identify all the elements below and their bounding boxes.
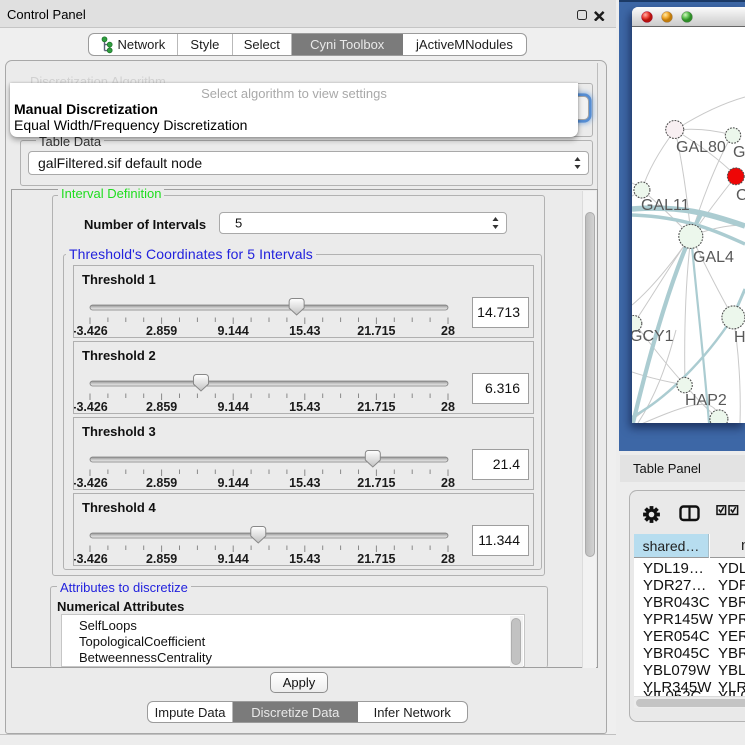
svg-text:9.144: 9.144 <box>218 476 249 490</box>
svg-text:GA: GA <box>733 144 745 161</box>
svg-text:21.715: 21.715 <box>357 324 395 338</box>
svg-text:28: 28 <box>441 552 455 566</box>
svg-text:28: 28 <box>441 400 455 414</box>
svg-text:GAL4: GAL4 <box>693 249 734 266</box>
svg-text:2.859: 2.859 <box>146 476 177 490</box>
svg-text:28: 28 <box>441 476 455 490</box>
svg-text:-3.426: -3.426 <box>74 476 108 490</box>
svg-text:9.144: 9.144 <box>218 400 249 414</box>
svg-text:HAP2: HAP2 <box>685 392 727 409</box>
svg-text:-3.426: -3.426 <box>74 324 108 338</box>
svg-text:H: H <box>734 329 745 346</box>
svg-text:GAL11: GAL11 <box>641 197 690 214</box>
svg-text:9.144: 9.144 <box>218 552 249 566</box>
svg-text:21.715: 21.715 <box>357 552 395 566</box>
svg-text:21.715: 21.715 <box>357 400 395 414</box>
svg-text:15.43: 15.43 <box>289 400 320 414</box>
svg-text:21.715: 21.715 <box>357 476 395 490</box>
svg-text:CY: CY <box>736 187 745 204</box>
svg-text:-3.426: -3.426 <box>74 400 108 414</box>
svg-text:15.43: 15.43 <box>289 324 320 338</box>
svg-text:15.43: 15.43 <box>289 476 320 490</box>
svg-text:2.859: 2.859 <box>146 400 177 414</box>
svg-text:-3.426: -3.426 <box>74 552 108 566</box>
svg-text:2.859: 2.859 <box>146 552 177 566</box>
svg-text:28: 28 <box>441 324 455 338</box>
svg-text:9.144: 9.144 <box>218 324 249 338</box>
svg-text:2.859: 2.859 <box>146 324 177 338</box>
svg-text:GAL80: GAL80 <box>676 139 726 156</box>
svg-text:GCY1: GCY1 <box>632 328 674 345</box>
svg-text:15.43: 15.43 <box>289 552 320 566</box>
